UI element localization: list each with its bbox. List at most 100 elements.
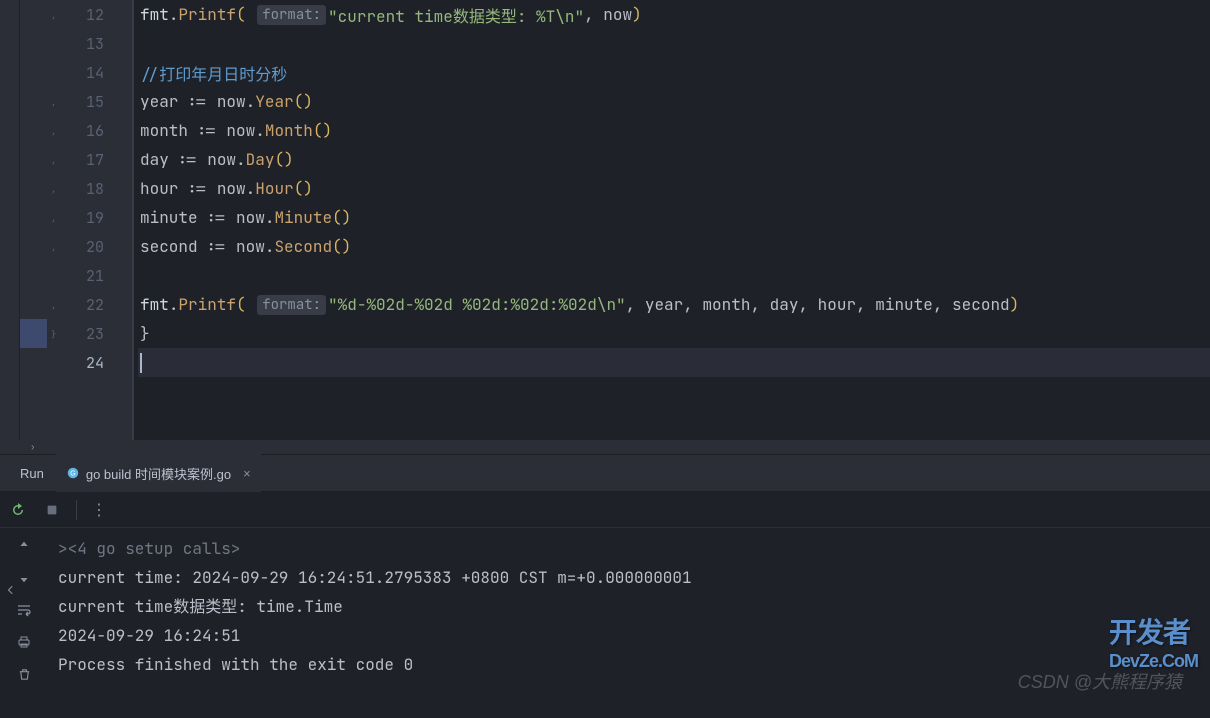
more-icon[interactable]: ⋮	[91, 499, 108, 520]
editor-area: ,12 13 14 ,15 ,16 ,17 ,18 ,19 ,20 21 ,22…	[0, 0, 1210, 440]
code-token: ()	[274, 149, 293, 170]
code-token: now	[217, 178, 246, 199]
run-panel-header: Run G go build 时间模块案例.go ×	[0, 454, 1210, 492]
code-token: "current time数据类型: %T\n"	[328, 3, 584, 27]
line-number: 18	[86, 179, 104, 199]
line-selection-marker	[20, 319, 47, 348]
line-number-current: 24	[86, 353, 104, 373]
line-number: 13	[86, 34, 104, 54]
line-number: 22	[86, 295, 104, 315]
console-fold-hint[interactable]: <4 go setup calls>	[68, 538, 241, 559]
code-token: now	[594, 4, 632, 25]
console-line: current time: 2024-09-29 16:24:51.279538…	[58, 563, 1200, 592]
code-token: now	[217, 91, 246, 112]
code-token: Day	[246, 149, 275, 170]
parameter-hint: format:	[257, 295, 326, 315]
code-token: "%d-%02d-%02d %02d:%02d:%02d\n"	[328, 294, 626, 315]
code-token: , year, month, day, hour, minute, second	[626, 294, 1010, 315]
code-token: fmt	[140, 4, 169, 25]
run-panel-title[interactable]: Run	[8, 466, 56, 481]
gutter: ,12 13 14 ,15 ,16 ,17 ,18 ,19 ,20 21 ,22…	[47, 0, 132, 440]
code-token: .	[246, 178, 256, 199]
code-token: Year	[255, 91, 293, 112]
code-token: year	[140, 91, 188, 112]
breadcrumb-bar: ›	[0, 440, 1210, 454]
code-token: ()	[313, 120, 332, 141]
console-line: 2024-09-29 16:24:51	[58, 621, 1200, 650]
code-token: now	[236, 236, 265, 257]
fold-marker[interactable]: ,	[51, 299, 56, 311]
code-token: .	[169, 4, 179, 25]
svg-text:G: G	[70, 471, 75, 478]
code-token: Hour	[255, 178, 293, 199]
go-file-icon: G	[66, 466, 80, 480]
code-token: ()	[294, 178, 313, 199]
rerun-icon[interactable]	[8, 500, 28, 520]
code-token: ()	[332, 236, 351, 257]
fold-marker[interactable]: }	[51, 328, 56, 340]
code-token: .	[246, 91, 256, 112]
left-tool-strip	[0, 0, 20, 440]
code-token: fmt	[140, 294, 169, 315]
left-edge-icons	[0, 580, 20, 600]
collapse-icon[interactable]	[0, 580, 20, 600]
code-token: Month	[265, 120, 313, 141]
chevron-right-icon[interactable]: ›	[30, 441, 35, 453]
line-number: 12	[86, 5, 104, 25]
toolbar-separator	[76, 500, 77, 520]
code-token: .	[169, 294, 179, 315]
run-toolbar: ⋮	[0, 492, 1210, 528]
soft-wrap-icon[interactable]	[14, 600, 34, 620]
code-token: Printf	[178, 294, 236, 315]
line-number: 19	[86, 208, 104, 228]
up-arrow-icon[interactable]	[14, 536, 34, 556]
code-token: hour	[140, 178, 188, 199]
code-token: minute	[140, 207, 207, 228]
code-token: Second	[274, 236, 332, 257]
trash-icon[interactable]	[14, 664, 34, 684]
fold-marker[interactable]: ,	[51, 183, 56, 195]
line-number: 20	[86, 237, 104, 257]
code-token: :=	[188, 91, 217, 112]
line-number: 14	[86, 63, 104, 83]
code-token: }	[140, 323, 150, 344]
fold-marker[interactable]: ,	[51, 154, 56, 166]
code-token: month	[140, 120, 198, 141]
code-token: :=	[198, 120, 227, 141]
fold-strip	[20, 0, 47, 440]
parameter-hint: format:	[257, 5, 326, 25]
code-token: ()	[294, 91, 313, 112]
code-editor[interactable]: fmt.Printf( format: "current time数据类型: %…	[132, 0, 1210, 440]
print-icon[interactable]	[14, 632, 34, 652]
code-token: :=	[207, 236, 236, 257]
code-token: second	[140, 236, 207, 257]
console-line: current time数据类型: time.Time	[58, 592, 1200, 621]
fold-marker[interactable]: ,	[51, 96, 56, 108]
fold-marker[interactable]: ,	[51, 212, 56, 224]
code-comment: //打印年月日时分秒	[140, 61, 287, 85]
code-token: now	[207, 149, 236, 170]
code-token: ()	[332, 207, 351, 228]
code-token: :=	[188, 178, 217, 199]
stop-icon[interactable]	[42, 500, 62, 520]
code-token: .	[255, 120, 265, 141]
code-token: Minute	[274, 207, 332, 228]
run-tab-label: go build 时间模块案例.go	[86, 464, 231, 483]
fold-marker[interactable]: ,	[51, 241, 56, 253]
fold-marker[interactable]: ,	[51, 9, 56, 21]
code-token: .	[265, 236, 275, 257]
code-token: :=	[178, 149, 207, 170]
close-icon[interactable]: ×	[243, 466, 251, 481]
console-exit-line: Process finished with the exit code 0	[58, 650, 1200, 679]
code-token: day	[140, 149, 178, 170]
console-output[interactable]: ><4 go setup calls> current time: 2024-0…	[48, 528, 1210, 718]
code-token: now	[236, 207, 265, 228]
line-number: 15	[86, 92, 104, 112]
code-token: ,	[584, 4, 594, 25]
text-cursor	[140, 353, 142, 373]
line-number: 21	[86, 266, 104, 286]
code-token: now	[226, 120, 255, 141]
run-config-tab[interactable]: G go build 时间模块案例.go ×	[56, 454, 261, 492]
fold-marker[interactable]: ,	[51, 125, 56, 137]
line-number: 17	[86, 150, 104, 170]
